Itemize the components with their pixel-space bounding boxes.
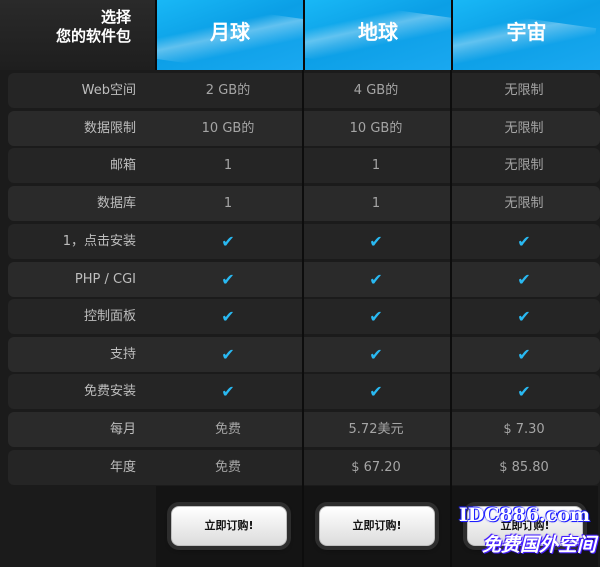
check-icon: ✔ (517, 345, 531, 364)
cell-moon: 免费 (214, 422, 241, 437)
cell-universe: 无限制 (504, 83, 544, 98)
check-icon: ✔ (517, 382, 531, 401)
pricing-table: 选择 您的软件包 月球 地球 宇宙 Web空间 2 GB的 4 GB的 无限制 … (0, 0, 600, 567)
plan-name-universe: 宇宙 (506, 20, 547, 44)
check-icon: ✔ (221, 345, 235, 364)
cell-moon: 1 (223, 158, 233, 173)
check-icon: ✔ (221, 270, 235, 289)
table-row: 控制面板 ✔ ✔ ✔ (8, 299, 600, 334)
table-row: 支持 ✔ ✔ ✔ (8, 337, 600, 372)
order-button-moon[interactable]: 立即订购! (171, 506, 287, 546)
order-button-earth[interactable]: 立即订购! (319, 506, 435, 546)
row-label: 邮箱 (109, 158, 136, 173)
cell-earth: 10 GB的 (349, 121, 403, 136)
check-icon: ✔ (221, 382, 235, 401)
check-icon: ✔ (369, 270, 383, 289)
check-icon: ✔ (369, 307, 383, 326)
check-icon: ✔ (517, 232, 531, 251)
corner-title-line2: 您的软件包 (55, 27, 131, 45)
row-label: PHP / CGI (74, 272, 136, 287)
row-label: 支持 (109, 347, 136, 362)
watermark-line2: 免费国外空间 (481, 534, 596, 556)
table-row: PHP / CGI ✔ ✔ ✔ (8, 262, 600, 297)
table-row: Web空间 2 GB的 4 GB的 无限制 (8, 73, 600, 108)
cell-earth: 1 (371, 196, 381, 211)
plan-header-moon: 月球 (155, 0, 303, 70)
cell-moon: 2 GB的 (205, 83, 251, 98)
row-label: 免费安装 (83, 384, 136, 399)
row-label: 年度 (109, 460, 136, 475)
table-corner-title: 选择 您的软件包 (0, 0, 155, 70)
row-label: 数据库 (96, 196, 136, 211)
plan-header-earth: 地球 (303, 0, 451, 70)
cell-universe: 无限制 (504, 158, 544, 173)
row-label: Web空间 (81, 83, 136, 98)
table-row: 年度 免费 $ 67.20 $ 85.80 (8, 450, 600, 485)
cell-moon: 10 GB的 (201, 121, 255, 136)
cell-earth: 4 GB的 (353, 83, 399, 98)
check-icon: ✔ (369, 232, 383, 251)
row-label: 每月 (109, 422, 136, 437)
plan-name-earth: 地球 (358, 20, 398, 44)
check-icon: ✔ (369, 382, 383, 401)
plan-header-universe: 宇宙 (451, 0, 600, 70)
cell-universe: $ 85.80 (499, 460, 549, 475)
row-label: 1，点击安装 (62, 234, 136, 249)
cell-universe: $ 7.30 (503, 422, 545, 437)
cell-universe: 无限制 (504, 121, 544, 136)
table-row: 邮箱 1 1 无限制 (8, 148, 600, 183)
cell-moon: 免费 (214, 460, 241, 475)
table-row: 1，点击安装 ✔ ✔ ✔ (8, 224, 600, 259)
check-icon: ✔ (369, 345, 383, 364)
cell-earth: 1 (371, 158, 381, 173)
row-label: 数据限制 (83, 121, 136, 136)
table-row: 数据限制 10 GB的 10 GB的 无限制 (8, 111, 600, 146)
plan-name-moon: 月球 (210, 20, 250, 44)
corner-title-line1: 选择 (100, 8, 131, 26)
cell-earth: $ 67.20 (351, 460, 401, 475)
watermark-line1: IDC886.com (458, 504, 590, 526)
check-icon: ✔ (517, 270, 531, 289)
watermark: IDC886.com 免费国外空间 (455, 504, 600, 564)
table-row: 免费安装 ✔ ✔ ✔ (8, 374, 600, 409)
cell-universe: 无限制 (504, 196, 544, 211)
cell-earth: 5.72美元 (348, 422, 404, 437)
row-label: 控制面板 (83, 309, 136, 324)
check-icon: ✔ (221, 307, 235, 326)
cell-moon: 1 (223, 196, 233, 211)
table-row: 数据库 1 1 无限制 (8, 186, 600, 221)
check-icon: ✔ (517, 307, 531, 326)
check-icon: ✔ (221, 232, 235, 251)
table-row: 每月 免费 5.72美元 $ 7.30 (8, 412, 600, 447)
